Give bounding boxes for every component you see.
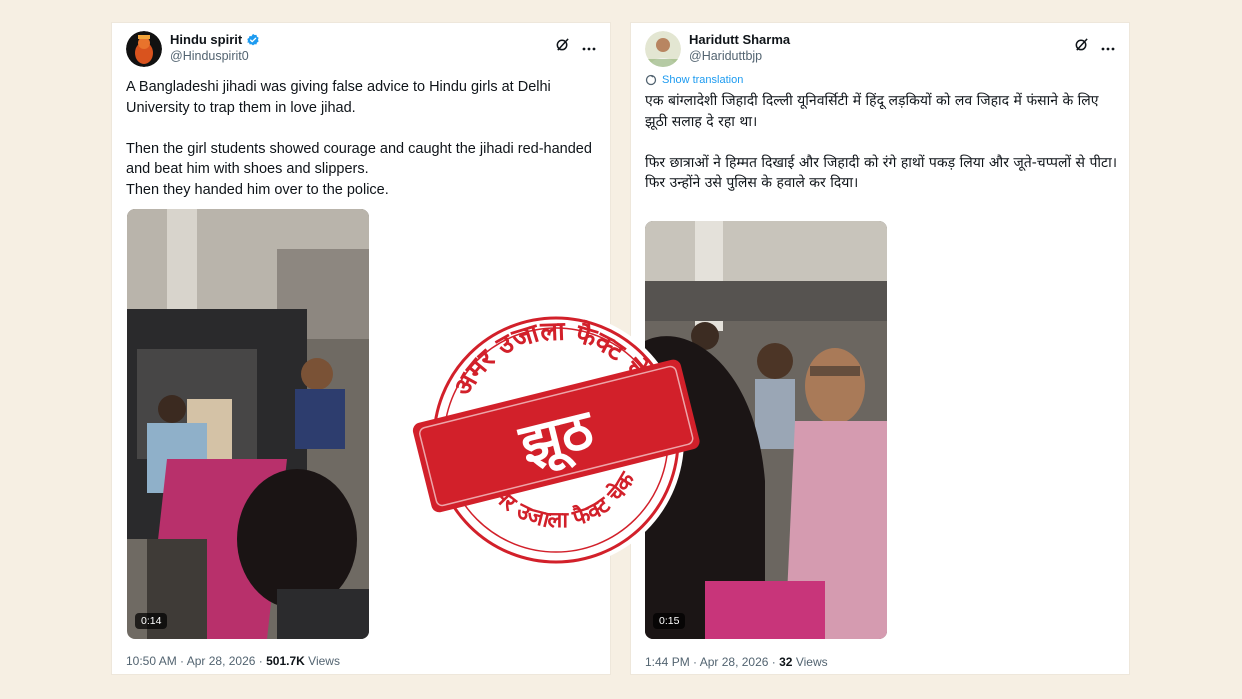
avatar[interactable] (126, 31, 162, 67)
fact-check-stamp: अमर उजाला फैक्ट चेक अमर उजाला फैक्ट चेक … (406, 295, 706, 575)
display-name[interactable]: Haridutt Sharma (689, 31, 790, 48)
tweet-text: A Bangladeshi jihadi was giving false ad… (126, 79, 592, 198)
video-duration: 0:15 (653, 613, 686, 629)
views-count: 32 (779, 655, 793, 669)
verified-badge-icon (247, 33, 259, 45)
translate-icon (645, 74, 657, 86)
more-icon[interactable] (1101, 39, 1115, 53)
display-name[interactable]: Hindu spirit (170, 31, 242, 48)
tweet-text: एक बांग्लादेशी जिहादी दिल्ली यूनिवर्सिटी… (645, 93, 1118, 191)
views-label: Views (795, 655, 828, 669)
tweet-date[interactable]: Apr 28, 2026 (187, 654, 256, 668)
video-duration: 0:14 (135, 613, 168, 629)
tweet-video[interactable]: 0:14 (127, 209, 369, 639)
handle[interactable]: @Hariduttbjp (689, 48, 790, 64)
tweet-header: Hindu spirit @Hinduspirit0 (126, 31, 596, 71)
tweet-meta: 1:44 PM · Apr 28, 2026 · 32 Views (645, 655, 828, 669)
grok-icon[interactable] (1074, 37, 1089, 54)
tweet-time[interactable]: 1:44 PM (645, 655, 690, 669)
tweet-header: Haridutt Sharma @Hariduttbjp (645, 31, 1115, 71)
handle[interactable]: @Hinduspirit0 (170, 48, 260, 64)
tweet-meta: 10:50 AM · Apr 28, 2026 · 501.7K Views (126, 654, 340, 668)
show-translation-label[interactable]: Show translation (662, 74, 743, 86)
tweet-date[interactable]: Apr 28, 2026 (700, 655, 769, 669)
tweet-time[interactable]: 10:50 AM (126, 654, 177, 668)
more-icon[interactable] (582, 39, 596, 53)
views-label: Views (308, 654, 340, 668)
grok-icon[interactable] (555, 37, 570, 54)
show-translation-link[interactable]: Show translation (645, 74, 743, 86)
views-count: 501.7K (266, 654, 305, 668)
avatar[interactable] (645, 31, 681, 67)
